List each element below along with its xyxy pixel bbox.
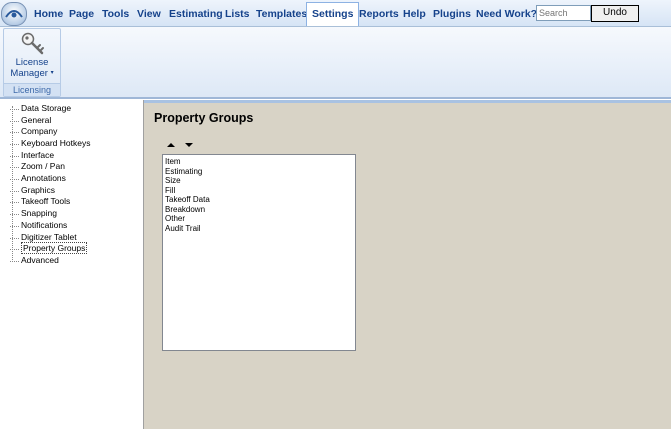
content-top-border xyxy=(144,100,671,103)
tree-item-label: Snapping xyxy=(21,208,57,218)
tree-item-label: Digitizer Tablet xyxy=(21,232,77,242)
license-manager-label-line2: Manager ▾ xyxy=(4,68,60,79)
tree-item-label: Company xyxy=(21,126,58,136)
list-item[interactable]: Estimating xyxy=(165,167,202,177)
tree-item-notifications[interactable]: Notifications xyxy=(10,220,67,231)
tree-item-general[interactable]: General xyxy=(10,115,51,126)
menu-reports[interactable]: Reports xyxy=(357,5,401,23)
menu-help[interactable]: Help xyxy=(401,5,428,23)
tree-item-label: Keyboard Hotkeys xyxy=(21,138,91,148)
menu-view[interactable]: View xyxy=(135,5,163,23)
tree-item-takeoff-tools[interactable]: Takeoff Tools xyxy=(10,196,70,207)
tree-item-keyboard-hotkeys[interactable]: Keyboard Hotkeys xyxy=(10,138,90,149)
list-item[interactable]: Breakdown xyxy=(165,205,205,215)
tree-item-label: Notifications xyxy=(21,220,68,230)
menu-settings[interactable]: Settings xyxy=(306,2,360,26)
license-manager-button[interactable]: License Manager ▾ xyxy=(4,29,60,83)
tree-connector-line xyxy=(12,106,13,262)
arrow-up-icon xyxy=(167,143,175,147)
tree-item-label: Property Groups xyxy=(21,242,88,254)
dropdown-arrow-icon: ▾ xyxy=(50,70,54,76)
license-manager-label-text: Manager xyxy=(10,68,48,80)
undo-button[interactable]: Undo xyxy=(591,5,639,22)
tree-item-zoom-pan[interactable]: Zoom / Pan xyxy=(10,161,65,172)
tree-item-label: Annotations xyxy=(21,173,66,183)
menu-lists[interactable]: Lists xyxy=(223,5,252,23)
tree-item-label: Graphics xyxy=(21,185,56,195)
tree-item-advanced[interactable]: Advanced xyxy=(10,255,59,266)
menu-templates[interactable]: Templates xyxy=(254,5,309,23)
key-icon xyxy=(21,32,44,55)
tree-item-company[interactable]: Company xyxy=(10,126,57,137)
tree-item-label: General xyxy=(21,115,52,125)
search-input[interactable] xyxy=(536,5,591,21)
menu-tools[interactable]: Tools xyxy=(100,5,131,23)
tree-item-graphics[interactable]: Graphics xyxy=(10,185,55,196)
group-caption: Licensing xyxy=(4,83,60,96)
tree-item-annotations[interactable]: Annotations xyxy=(10,173,66,184)
license-manager-label-line1: License xyxy=(15,57,49,68)
tree-item-snapping[interactable]: Snapping xyxy=(10,208,57,219)
menu-page[interactable]: Page xyxy=(67,5,96,23)
tree-item-label: Takeoff Tools xyxy=(21,196,71,206)
app-menu-button[interactable] xyxy=(1,2,27,26)
tree-item-label: Interface xyxy=(21,150,55,160)
list-item[interactable]: Takeoff Data xyxy=(165,195,210,205)
arrow-down-icon xyxy=(185,143,193,147)
app-logo-icon xyxy=(5,10,23,18)
tree-item-interface[interactable]: Interface xyxy=(10,150,54,161)
page-title: Property Groups xyxy=(154,111,254,125)
property-groups-list[interactable]: Item Estimating Size Fill Takeoff Data B… xyxy=(162,154,356,351)
tree-item-label: Zoom / Pan xyxy=(21,161,65,171)
move-down-button[interactable] xyxy=(182,138,196,150)
list-item[interactable]: Fill xyxy=(165,186,175,196)
tree-item-label: Advanced xyxy=(21,255,59,265)
list-item[interactable]: Other xyxy=(165,214,185,224)
menu-home[interactable]: Home xyxy=(32,5,65,23)
tree-item-data-storage[interactable]: Data Storage xyxy=(10,103,71,114)
menu-bar: Home Page Tools View Estimating Lists Te… xyxy=(0,0,671,27)
licensing-group: License Manager ▾ Licensing xyxy=(3,28,61,97)
list-item[interactable]: Size xyxy=(165,176,181,186)
main-content: Property Groups Item Estimating Size Fil… xyxy=(144,100,671,429)
license-manager-label: License Manager ▾ xyxy=(4,57,60,79)
menu-estimating[interactable]: Estimating xyxy=(167,5,225,23)
move-up-button[interactable] xyxy=(164,138,178,150)
menu-plugins[interactable]: Plugins xyxy=(431,5,473,23)
settings-tree: Data Storage General Company Keyboard Ho… xyxy=(0,100,144,429)
tree-item-label: Data Storage xyxy=(21,103,72,113)
ribbon: License Manager ▾ Licensing xyxy=(0,27,671,99)
list-item[interactable]: Audit Trail xyxy=(165,224,201,234)
tree-item-property-groups[interactable]: Property Groups xyxy=(10,242,88,254)
list-item[interactable]: Item xyxy=(165,157,181,167)
menu-need-work[interactable]: Need Work? xyxy=(474,5,539,23)
